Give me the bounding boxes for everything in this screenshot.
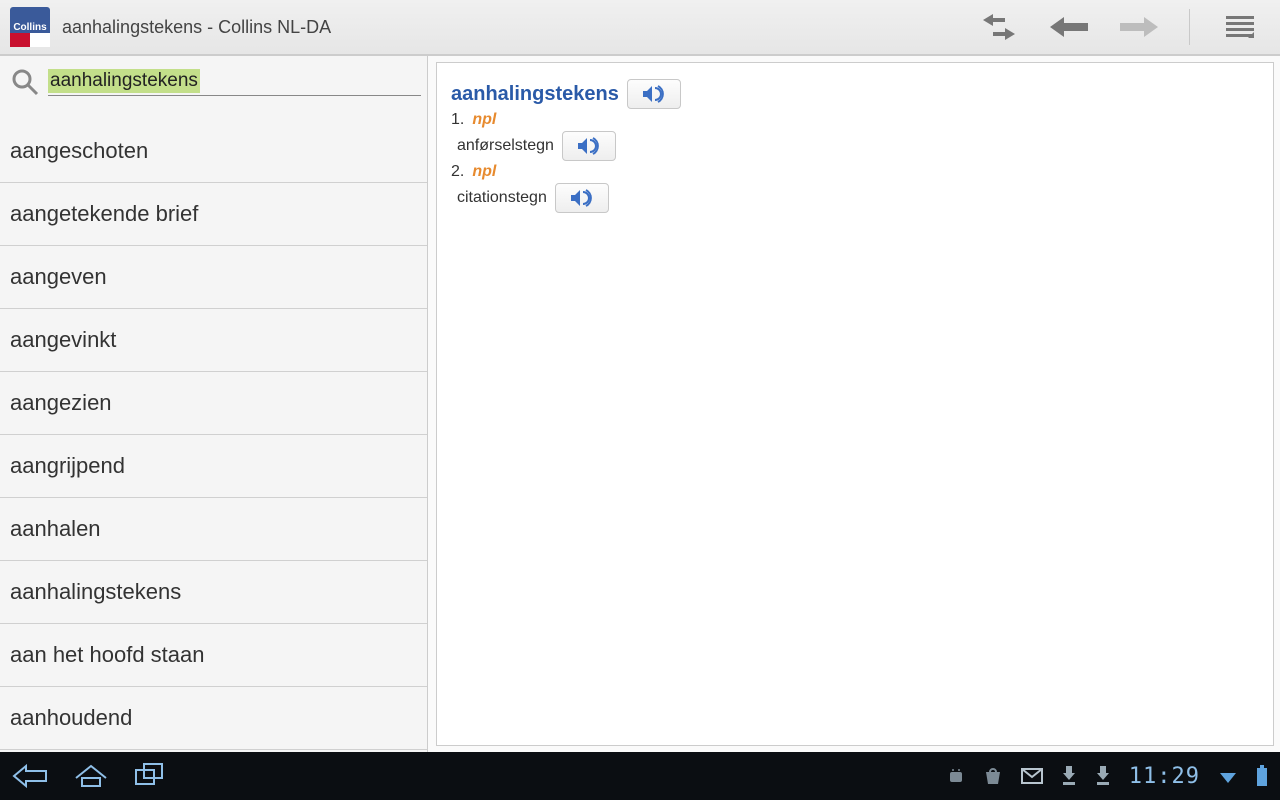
- translation-line: anførselstegn: [451, 131, 1259, 161]
- search-input[interactable]: aanhalingstekens: [48, 69, 421, 96]
- app-icon[interactable]: Collins: [10, 7, 50, 47]
- sense-line: 2. npl: [451, 163, 1259, 181]
- translation-text: citationstegn: [451, 189, 547, 207]
- toolbar-divider: [1189, 9, 1190, 45]
- search-query-text: aanhalingstekens: [48, 69, 200, 93]
- nav-recent-icon[interactable]: [134, 762, 166, 790]
- forward-button[interactable]: [1119, 7, 1159, 47]
- system-status[interactable]: 11:29: [947, 764, 1268, 789]
- list-item[interactable]: aan het hoofd staan: [0, 624, 427, 687]
- search-row: aanhalingstekens: [0, 56, 427, 104]
- list-item[interactable]: aangetekende brief: [0, 183, 427, 246]
- list-item[interactable]: aangezien: [0, 372, 427, 435]
- android-icon: [947, 766, 965, 786]
- grammar-label: npl: [472, 163, 496, 181]
- sense-line: 1. npl: [451, 111, 1259, 129]
- list-item[interactable]: aangevinkt: [0, 309, 427, 372]
- nav-back-icon[interactable]: [12, 762, 48, 790]
- list-item[interactable]: aanhoudend: [0, 687, 427, 750]
- grammar-label: npl: [472, 111, 496, 129]
- nav-home-icon[interactable]: [74, 762, 108, 790]
- app-icon-label: Collins: [13, 22, 46, 33]
- clock: 11:29: [1129, 764, 1200, 789]
- list-item[interactable]: aangeschoten: [0, 120, 427, 183]
- list-item[interactable]: aanhalingstekens: [0, 561, 427, 624]
- audio-button[interactable]: [555, 183, 609, 213]
- list-item[interactable]: aanhalen: [0, 498, 427, 561]
- entry-pane: aanhalingstekens 1. npl anførselstegn: [436, 62, 1274, 746]
- toolbar: Collins aanhalingstekens - Collins NL-DA: [0, 0, 1280, 56]
- audio-button[interactable]: [627, 79, 681, 109]
- headword-row: aanhalingstekens: [451, 79, 1259, 109]
- battery-icon: [1256, 765, 1268, 787]
- search-icon[interactable]: [6, 68, 44, 96]
- list-item[interactable]: aangeven: [0, 246, 427, 309]
- left-pane: aanhalingstekens aangeschoten aangeteken…: [0, 56, 428, 752]
- download-icon: [1061, 766, 1077, 786]
- page-title: aanhalingstekens - Collins NL-DA: [62, 17, 979, 38]
- system-nav: [12, 762, 166, 790]
- sense-number: 1.: [451, 111, 464, 129]
- wifi-icon: [1218, 767, 1238, 785]
- list-item[interactable]: aangrijpend: [0, 435, 427, 498]
- download-icon: [1095, 766, 1111, 786]
- sense-number: 2.: [451, 163, 464, 181]
- system-bar: 11:29: [0, 752, 1280, 800]
- menu-button[interactable]: [1220, 7, 1260, 47]
- toolbar-actions: [979, 7, 1270, 47]
- translation-text: anførselstegn: [451, 137, 554, 155]
- word-list[interactable]: aangeschoten aangetekende brief aangeven…: [0, 120, 427, 752]
- swap-direction-button[interactable]: [979, 7, 1019, 47]
- back-button[interactable]: [1049, 7, 1089, 47]
- app-window: Collins aanhalingstekens - Collins NL-DA: [0, 0, 1280, 752]
- shop-icon: [983, 766, 1003, 786]
- headword: aanhalingstekens: [451, 83, 619, 106]
- main-area: aanhalingstekens aangeschoten aangeteken…: [0, 56, 1280, 752]
- translation-line: citationstegn: [451, 183, 1259, 213]
- mail-icon: [1021, 768, 1043, 784]
- audio-button[interactable]: [562, 131, 616, 161]
